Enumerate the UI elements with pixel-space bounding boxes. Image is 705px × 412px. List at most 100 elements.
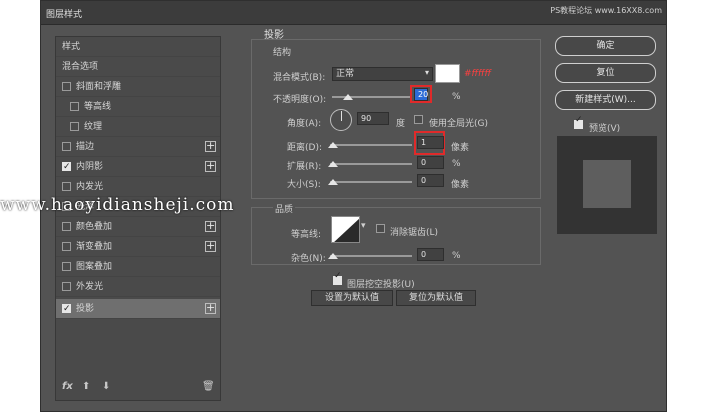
distance-input[interactable]: 1	[417, 136, 444, 149]
list-item-contour[interactable]: 等高线	[56, 97, 220, 117]
size-unit: 像素	[451, 180, 470, 190]
angle-unit: 度	[396, 119, 406, 129]
distance-label: 距离(D):	[287, 143, 322, 153]
list-item-label: 描边	[76, 142, 95, 152]
list-item-pattern-overlay[interactable]: 图案叠加	[56, 257, 220, 277]
new-style-button[interactable]: 新建样式(W)...	[555, 90, 656, 110]
spread-input[interactable]: 0	[417, 156, 444, 169]
opacity-slider-thumb[interactable]	[343, 94, 353, 100]
distance-slider-thumb[interactable]	[328, 142, 338, 148]
list-item-bevel[interactable]: 斜面和浮雕	[56, 77, 220, 97]
size-slider[interactable]	[330, 181, 412, 183]
list-item-label: 纹理	[84, 122, 103, 132]
add-icon[interactable]: +	[205, 220, 216, 232]
checkbox[interactable]	[62, 282, 71, 291]
spread-slider[interactable]	[330, 163, 412, 165]
checkbox[interactable]	[70, 102, 79, 111]
reset-default-button[interactable]: 复位为默认值	[396, 290, 476, 306]
add-icon[interactable]: +	[205, 140, 216, 152]
watermark: PS教程论坛 www.16XX8.com	[550, 6, 662, 15]
list-item-inner-glow[interactable]: 内发光	[56, 177, 220, 197]
opacity-input[interactable]: 20	[414, 88, 428, 101]
list-item-label: 等高线	[84, 102, 112, 112]
add-icon[interactable]: +	[205, 160, 216, 172]
angle-label: 角度(A):	[287, 119, 322, 129]
checkbox[interactable]	[62, 262, 71, 271]
color-annotation: #ffffff	[464, 69, 492, 79]
list-item-outer-glow[interactable]: 外发光	[56, 277, 220, 297]
angle-input[interactable]: 90	[357, 112, 389, 125]
preview-checkbox[interactable]	[574, 115, 583, 129]
noise-input[interactable]: 0	[417, 248, 444, 261]
quality-title: 品质	[273, 202, 296, 215]
blend-options-item[interactable]: 混合选项	[56, 57, 220, 77]
global-light-label: 使用全局光(G)	[429, 119, 488, 129]
preview-swatch	[583, 160, 631, 208]
structure-title: 结构	[273, 48, 292, 58]
contour-curve-icon	[334, 218, 359, 242]
list-footer: fx ⬆ ⬇ 🗑	[56, 376, 220, 400]
size-label: 大小(S):	[287, 180, 321, 190]
add-icon[interactable]: +	[205, 240, 216, 252]
list-item-label: 斜面和浮雕	[76, 82, 122, 92]
knockout-checkbox[interactable]	[333, 271, 342, 285]
preview-label: 预览(V)	[589, 124, 621, 134]
checkbox[interactable]	[70, 122, 79, 131]
checkbox[interactable]	[62, 182, 71, 191]
checkbox[interactable]	[62, 82, 71, 91]
opacity-label: 不透明度(O):	[273, 95, 327, 105]
list-item-inner-shadow[interactable]: 内阴影 +	[56, 157, 220, 177]
watermark-url: www.haoyidiansheji.com	[0, 195, 235, 215]
styles-header-label: 样式	[62, 42, 81, 52]
fx-icon[interactable]: fx	[62, 381, 73, 392]
size-slider-thumb[interactable]	[328, 179, 338, 185]
add-icon[interactable]: +	[205, 302, 216, 314]
noise-slider-thumb[interactable]	[328, 253, 338, 259]
global-light-checkbox[interactable]	[414, 115, 423, 124]
list-item-label: 图案叠加	[76, 262, 113, 272]
knockout-label: 图层挖空投影(U)	[347, 280, 415, 290]
ok-button[interactable]: 确定	[555, 36, 656, 56]
opacity-unit: %	[452, 92, 461, 102]
make-default-button[interactable]: 设置为默认值	[311, 290, 393, 306]
distance-slider[interactable]	[330, 144, 412, 146]
antialias-label: 消除锯齿(L)	[390, 228, 439, 238]
list-item-label: 内发光	[76, 182, 104, 192]
blend-mode-label: 混合模式(B):	[273, 73, 326, 83]
styles-header[interactable]: 样式	[56, 37, 220, 57]
antialias-checkbox[interactable]	[376, 224, 385, 233]
noise-slider[interactable]	[330, 255, 412, 257]
move-down-icon[interactable]: ⬇	[102, 381, 110, 392]
noise-unit: %	[452, 251, 461, 261]
list-item-gradient-overlay[interactable]: 渐变叠加 +	[56, 237, 220, 257]
contour-picker[interactable]	[331, 216, 360, 243]
list-item-label: 投影	[76, 304, 95, 314]
section-title: 投影	[264, 30, 284, 41]
shadow-color-swatch[interactable]	[435, 64, 460, 83]
list-item-label: 颜色叠加	[76, 222, 113, 232]
reset-button[interactable]: 复位	[555, 63, 656, 83]
checkbox[interactable]	[62, 222, 71, 231]
title-bar: 图层样式 PS教程论坛 www.16XX8.com	[41, 1, 666, 25]
spread-label: 扩展(R):	[287, 162, 322, 172]
contour-label: 等高线:	[291, 230, 322, 240]
checkbox[interactable]	[62, 142, 71, 151]
list-item-drop-shadow[interactable]: 投影 +	[56, 299, 220, 319]
checkbox[interactable]	[62, 299, 71, 319]
list-item-color-overlay[interactable]: 颜色叠加 +	[56, 217, 220, 237]
checkbox[interactable]	[62, 157, 71, 177]
trash-icon[interactable]: 🗑	[202, 381, 215, 392]
size-input[interactable]: 0	[417, 174, 444, 187]
noise-label: 杂色(N):	[291, 254, 326, 264]
blend-mode-select[interactable]: 正常 ▾	[332, 67, 433, 81]
list-item-texture[interactable]: 纹理	[56, 117, 220, 137]
distance-unit: 像素	[451, 143, 470, 153]
spread-slider-thumb[interactable]	[328, 161, 338, 167]
move-up-icon[interactable]: ⬆	[82, 381, 90, 392]
checkbox[interactable]	[62, 242, 71, 251]
list-item-stroke[interactable]: 描边 +	[56, 137, 220, 157]
angle-dial[interactable]	[330, 109, 352, 131]
chevron-down-icon[interactable]: ▾	[361, 221, 366, 231]
list-item-label: 外发光	[76, 282, 104, 292]
style-preview	[557, 136, 657, 234]
